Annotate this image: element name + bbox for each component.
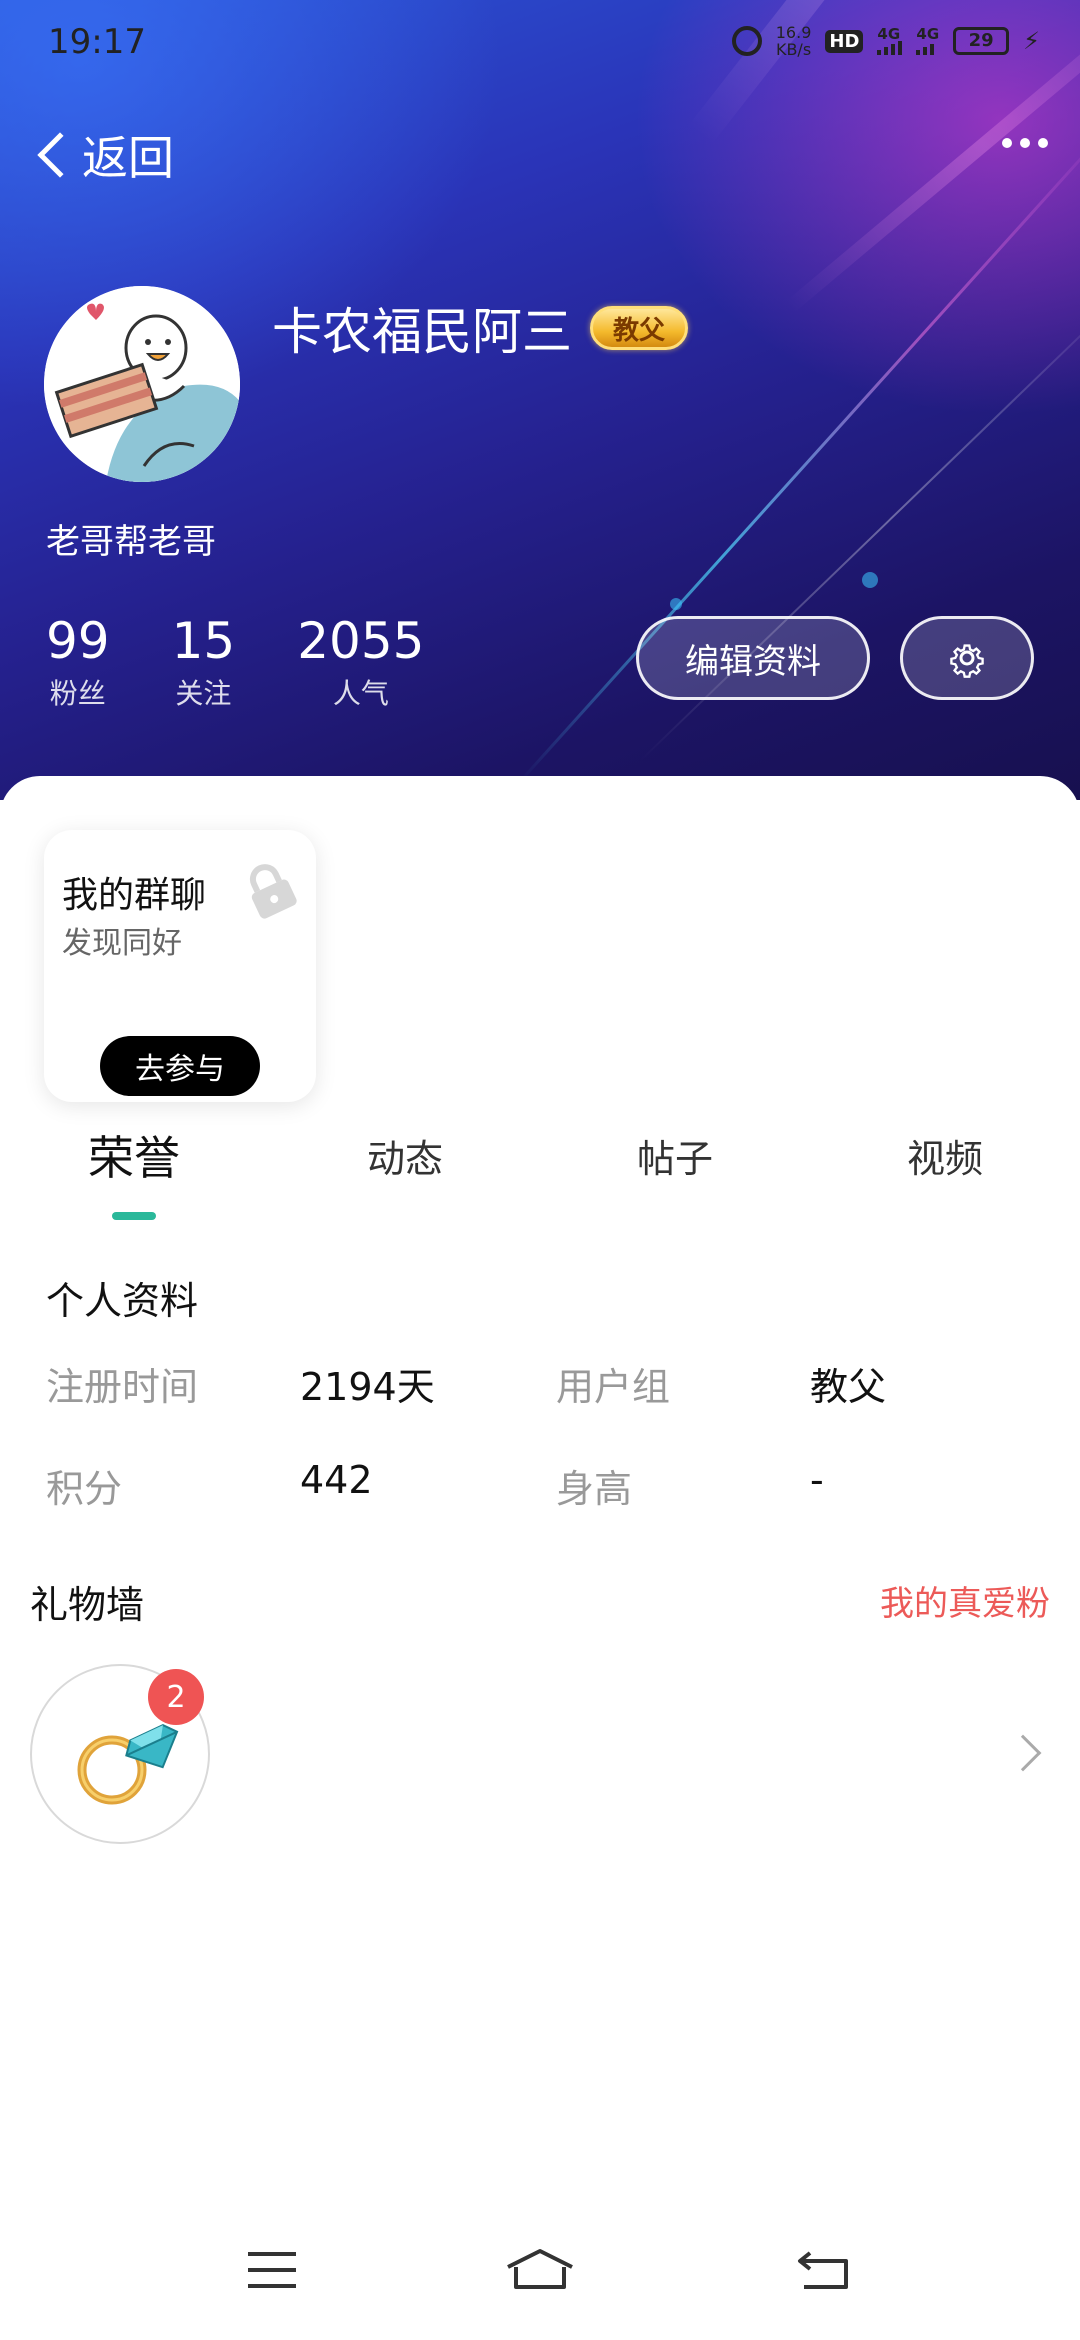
info-value: 442 [300,1458,373,1502]
group-card-subtitle: 发现同好 [62,926,182,961]
charging-icon: ⚡ [1023,27,1040,55]
status-bar: 19:17 16.9 KB/s HD 4G 4G 29 ⚡ [48,18,1040,66]
edit-profile-button[interactable]: 编辑资料 [636,616,870,700]
group-card-title: 我的群聊 [62,875,207,916]
banner-dot [670,598,682,610]
profile-bio: 老哥帮老哥 [46,522,216,562]
more-dot-icon [1002,138,1012,148]
username: 卡农福民阿三 [272,303,572,361]
rank-badge[interactable]: 教父 [590,306,689,350]
profile-tabs: 荣誉 动态 帖子 视频 [0,1122,1080,1202]
back-button[interactable]: 返回 [30,122,174,188]
tab-videos[interactable]: 视频 [907,1128,983,1183]
info-value: - [810,1458,824,1502]
avatar[interactable] [44,286,240,482]
gift-wall-title: 礼物墙 [30,1583,145,1627]
stat-label: 人气 [332,677,389,710]
sim1-label: 4G [877,25,901,43]
info-label: 积分 [46,1467,123,1511]
info-row: 积分 442 身高 - [46,1458,1046,1518]
chevron-right-icon[interactable] [1004,1734,1042,1772]
tab-honor[interactable]: 荣誉 [88,1122,180,1188]
stat-value: 2055 [297,612,425,670]
profile-content-sheet: 我的群聊 发现同好 去参与 荣誉 动态 帖子 视频 个人资料 注册时间 2194… [0,776,1080,2340]
alarm-icon [731,26,762,56]
more-dot-icon [1020,138,1030,148]
stat-label: 粉丝 [49,677,106,710]
signal-icon: 4G [916,27,939,55]
tab-posts[interactable]: 帖子 [637,1128,713,1183]
info-label: 用户组 [556,1365,671,1409]
home-icon [507,2249,573,2289]
sim2-label: 4G [916,25,940,43]
profile-name-row: 卡农福民阿三 教父 [272,292,689,364]
join-group-button[interactable]: 去参与 [100,1036,260,1096]
stat-followers[interactable]: 99 粉丝 [46,612,110,712]
profile-stats: 99 粉丝 15 关注 2055 人气 [46,612,425,712]
info-label: 身高 [556,1467,633,1511]
tab-activity[interactable]: 动态 [367,1128,443,1183]
stat-label: 关注 [175,677,232,710]
hd-icon: HD [825,29,864,53]
status-time: 19:17 [48,22,146,62]
settings-button[interactable] [900,616,1034,700]
lock-icon [249,864,297,919]
home-button[interactable] [500,2230,580,2310]
personal-info-title: 个人资料 [46,1279,199,1323]
info-value: 2194天 [300,1365,435,1409]
info-row: 注册时间 2194天 用户组 教父 [46,1356,1046,1416]
back-label: 返回 [82,131,174,185]
more-dot-icon [1038,138,1048,148]
avatar-duck-illustration [44,286,240,482]
menu-icon [248,2252,296,2288]
gift-count-badge: 2 [148,1669,204,1725]
menu-button[interactable] [232,2230,312,2310]
info-label: 注册时间 [46,1365,199,1409]
signal-icon: 4G [877,25,903,55]
system-navigation-bar [0,2230,1080,2320]
stat-following[interactable]: 15 关注 [172,612,236,712]
chevron-left-icon [37,132,83,178]
network-speed: 16.9 KB/s [776,24,812,58]
more-options-button[interactable] [1002,138,1048,148]
battery-icon: 29 [953,27,1010,55]
stat-value: 99 [46,612,110,670]
active-tab-indicator [112,1212,156,1220]
info-value: 教父 [810,1365,887,1409]
profile-header-banner: 19:17 16.9 KB/s HD 4G 4G 29 ⚡ 返回 卡农福民阿三 … [0,0,1080,800]
network-speed-value: 16.9 [775,23,812,42]
stat-popularity: 2055 人气 [297,612,424,712]
true-fans-link[interactable]: 我的真爱粉 [880,1576,1050,1625]
banner-dot [862,572,878,588]
stat-value: 15 [171,612,236,670]
group-chat-card[interactable]: 我的群聊 发现同好 去参与 [44,830,316,1102]
network-speed-unit: KB/s [775,40,812,59]
return-icon [798,2251,848,2289]
gear-icon [950,644,984,678]
back-nav-button[interactable] [784,2230,864,2310]
